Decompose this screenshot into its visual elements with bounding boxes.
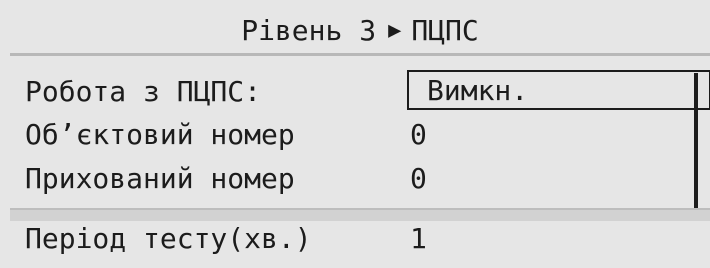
menu-item-mode[interactable]: Робота з ПЦПС: (25, 71, 410, 111)
menu-item-label: Об’єктовий номер (25, 117, 295, 151)
menu-item-label: Період тесту(хв.) (25, 221, 312, 255)
title-divider (10, 53, 710, 56)
menu-item-hidden-number[interactable]: Прихований номер 0 (25, 158, 427, 198)
test-period-value: 1 (410, 221, 427, 255)
object-number-value: 0 (410, 117, 427, 151)
hidden-number-value: 0 (410, 161, 427, 195)
menu-item-label: Прихований номер (25, 161, 295, 195)
device-screen: Рівень 3 ▶ ПЦПС Робота з ПЦПС: Вимкн. Об… (0, 0, 710, 268)
scrollbar[interactable] (694, 73, 698, 208)
menu-item-test-period[interactable]: Період тесту(хв.) 1 (25, 218, 427, 258)
mode-value: Вимкн. (427, 73, 529, 107)
right-arrow-icon: ▶ (388, 17, 402, 43)
mode-select[interactable]: Вимкн. (407, 70, 710, 110)
page-title: Рівень 3 ▶ ПЦПС (10, 8, 710, 52)
level-label: Рівень 3 (241, 13, 377, 47)
menu-item-object-number[interactable]: Об’єктовий номер 0 (25, 114, 427, 154)
settings-panel: Робота з ПЦПС: Вимкн. Об’єктовий номер 0… (10, 58, 710, 208)
section-label: ПЦПС (411, 13, 479, 47)
menu-item-label: Робота з ПЦПС: (25, 74, 262, 108)
